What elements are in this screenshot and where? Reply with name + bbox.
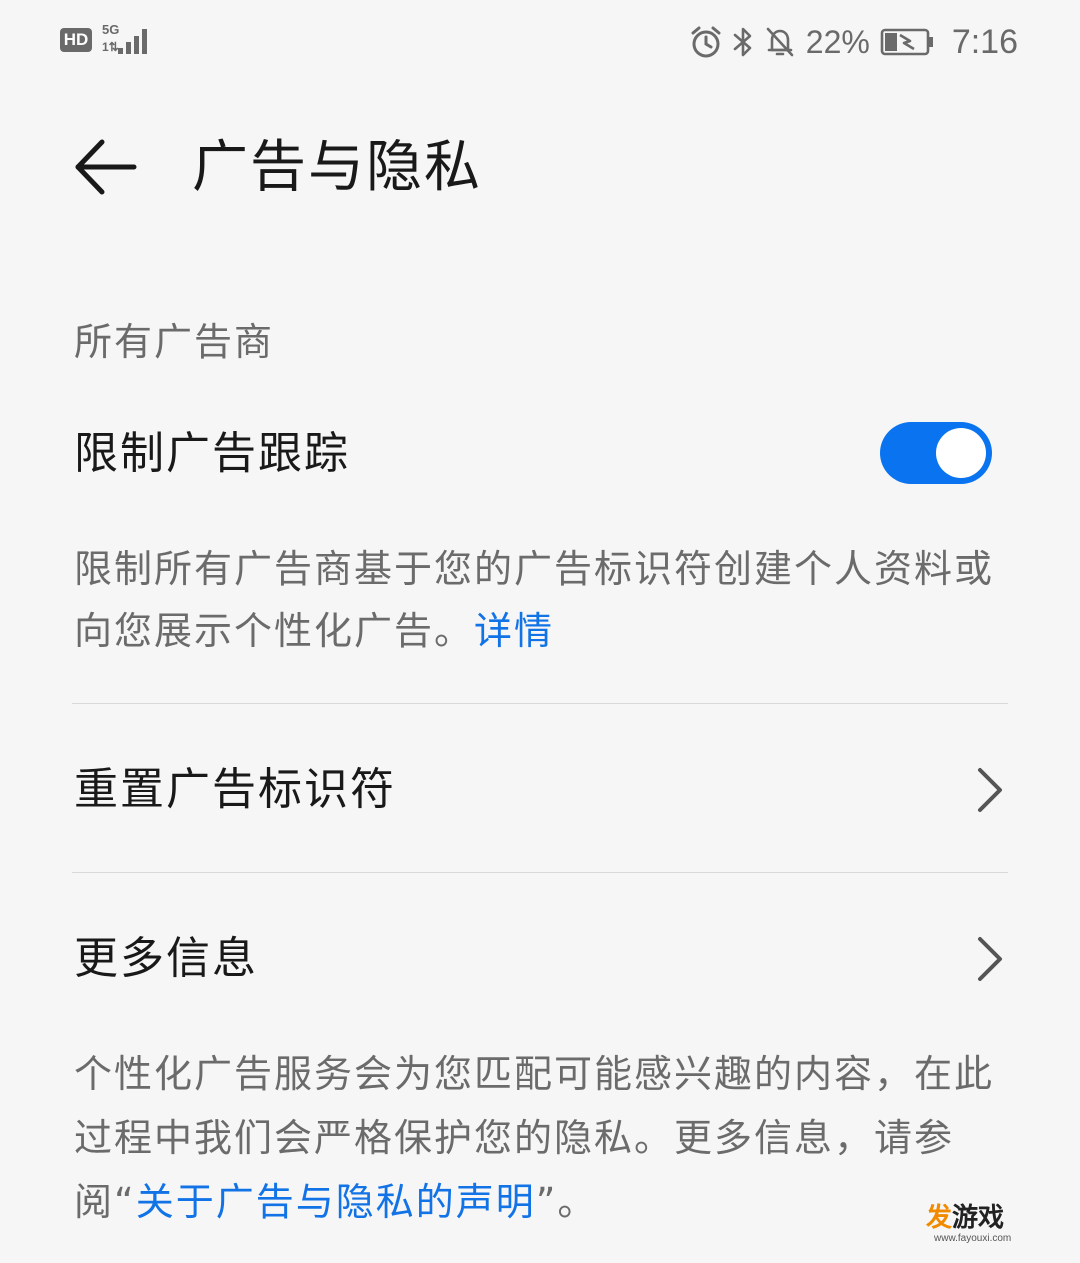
page-title: 广告与隐私 xyxy=(192,135,482,200)
ad-privacy-statement-link[interactable]: 关于广告与隐私的声明 xyxy=(136,1180,536,1224)
reset-ad-id-label: 重置广告标识符 xyxy=(74,764,396,815)
mute-bell-icon xyxy=(766,27,794,57)
clock: 7:16 xyxy=(951,22,1018,61)
section-header: 所有广告商 xyxy=(74,320,275,364)
reset-ad-id-row[interactable]: 重置广告标识符 xyxy=(0,704,1080,872)
back-button[interactable] xyxy=(68,134,144,200)
bluetooth-icon xyxy=(733,27,752,57)
app-bar: 广告与隐私 xyxy=(0,110,1080,230)
status-right-group: 22% 7:16 xyxy=(690,20,1018,64)
toggle-knob xyxy=(936,428,986,478)
limit-tracking-label: 限制广告跟踪 xyxy=(74,428,350,479)
status-bar: HD 5G 1⇅ 22% 7:16 xyxy=(0,0,1080,84)
limit-tracking-description: 限制所有广告商基于您的广告标识符创建个人资料或向您展示个性化广告。详情 xyxy=(74,538,1014,662)
chevron-right-icon xyxy=(978,937,1002,981)
watermark-logo: 发游戏 www.fayouxi.com xyxy=(926,1203,1036,1249)
battery-percent: 22% xyxy=(805,23,870,60)
more-info-label: 更多信息 xyxy=(74,933,258,984)
watermark-url: www.fayouxi.com xyxy=(934,1233,1012,1244)
alarm-icon xyxy=(691,26,721,58)
footer-text-after: ”。 xyxy=(535,1180,598,1224)
more-info-row[interactable]: 更多信息 xyxy=(0,873,1080,1041)
battery-icon xyxy=(880,28,933,56)
watermark-text: 发游戏 xyxy=(926,1203,1005,1233)
limit-tracking-toggle[interactable] xyxy=(880,422,992,484)
arrow-left-icon xyxy=(75,139,137,195)
chevron-right-icon xyxy=(978,768,1002,812)
footer-description: 个性化广告服务会为您匹配可能感兴趣的内容，在此过程中我们会严格保护您的隐私。更多… xyxy=(74,1042,1014,1234)
signal-icon xyxy=(118,29,147,54)
hd-badge: HD xyxy=(60,28,92,52)
details-link[interactable]: 详情 xyxy=(474,609,554,653)
